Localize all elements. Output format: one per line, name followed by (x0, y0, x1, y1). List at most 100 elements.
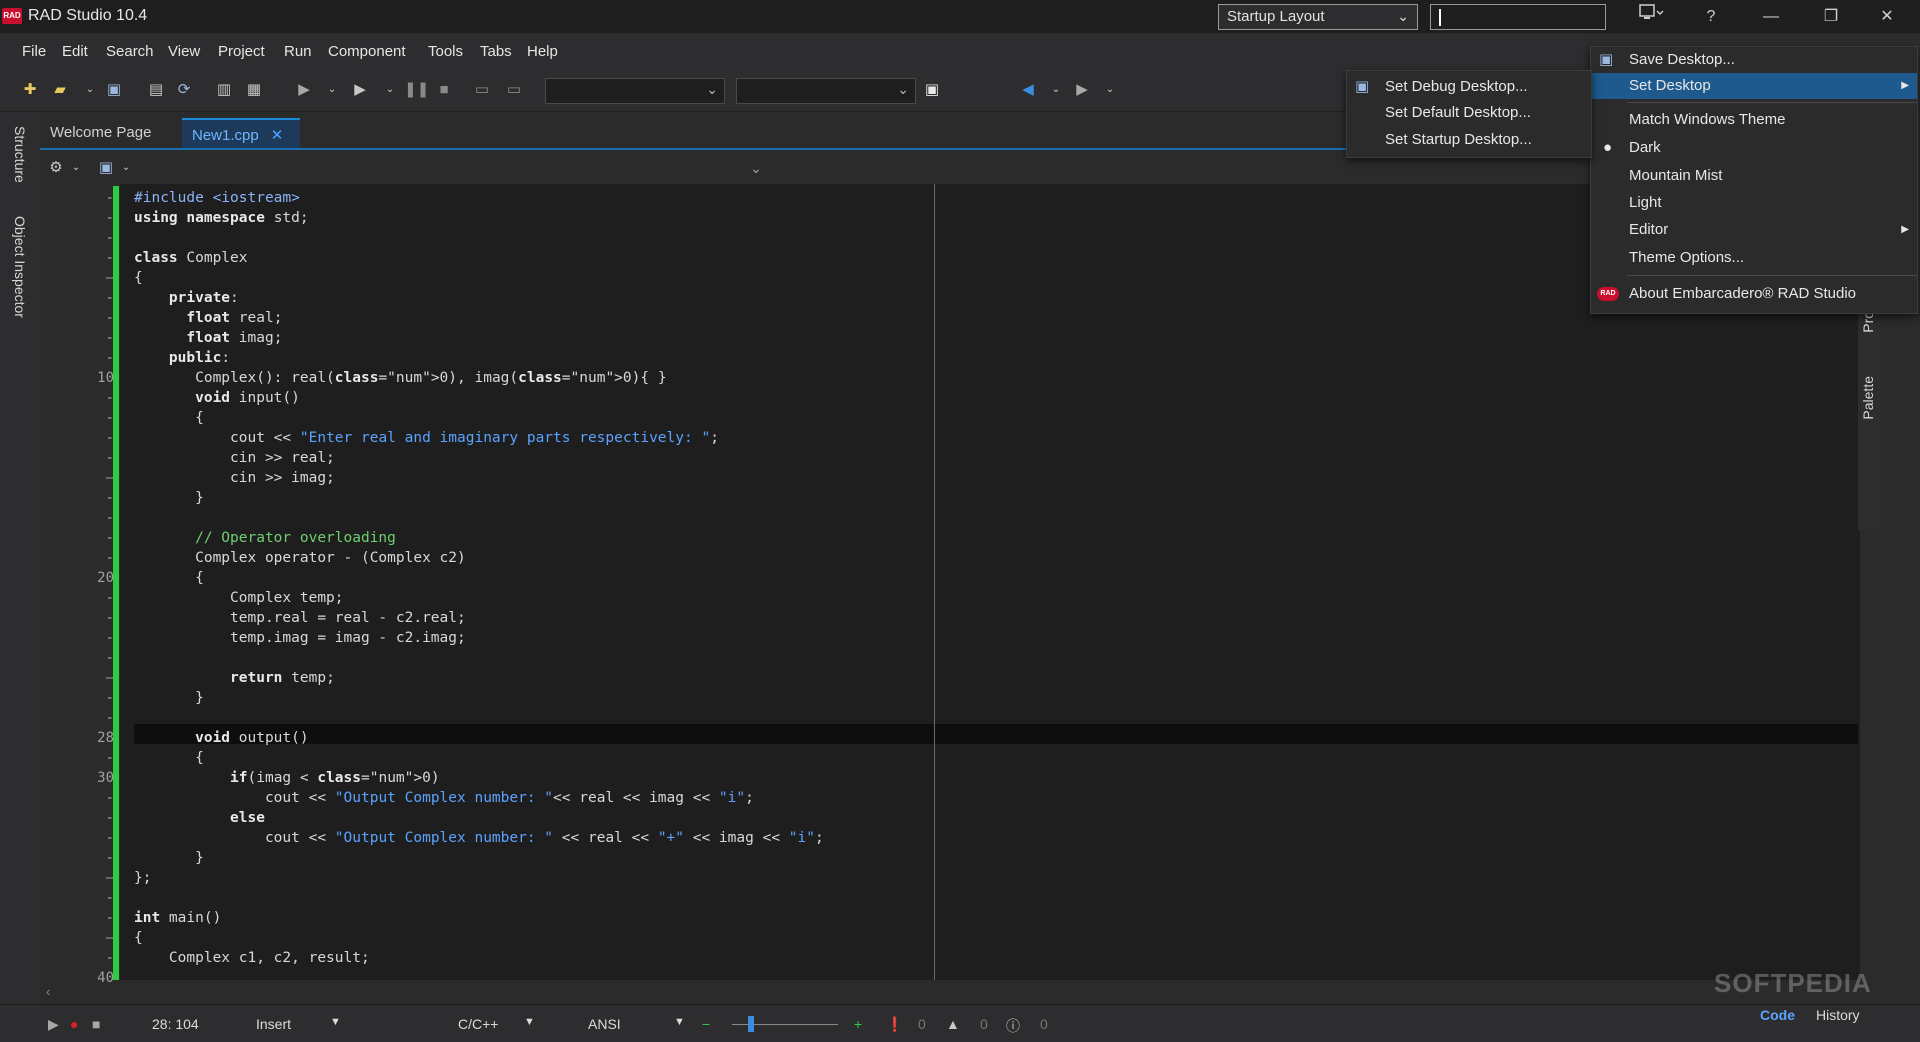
minimize-button[interactable]: — (1744, 0, 1798, 34)
symbol-dropdown-icon[interactable]: ⌄ (746, 159, 766, 177)
code-template-icon[interactable]: ⚙ (46, 159, 66, 177)
code-line[interactable]: public: (134, 348, 230, 368)
menu-item-theme-options[interactable]: Theme Options... (1591, 245, 1917, 271)
save-icon[interactable]: ▣ (104, 81, 124, 99)
code-line[interactable]: Complex operator - (Complex c2) (134, 548, 466, 568)
macro-record-icon[interactable]: ● (70, 1016, 78, 1032)
layout-select[interactable]: Startup Layout ⌄ (1218, 4, 1418, 30)
back-arrow-icon[interactable]: ◀ (1018, 81, 1038, 99)
menu-item-about[interactable]: RAD About Embarcadero® RAD Studio (1591, 281, 1917, 307)
run-options-dropdown-icon[interactable]: ⌄ (380, 81, 400, 99)
menu-item-light[interactable]: Light (1591, 190, 1917, 216)
code-line[interactable]: int main() (134, 908, 221, 928)
menu-file[interactable]: File (22, 43, 46, 60)
structure-tab[interactable]: Structure (12, 126, 28, 183)
code-line[interactable]: using namespace std; (134, 208, 309, 228)
code-line[interactable]: Complex temp; (134, 588, 344, 608)
code-line[interactable]: cin >> imag; (134, 468, 335, 488)
code-line[interactable]: { (134, 928, 143, 948)
forward-arrow-icon[interactable]: ▶ (1072, 81, 1092, 99)
menu-project[interactable]: Project (218, 43, 265, 60)
menu-item-set-default-desktop[interactable]: Set Default Desktop... (1347, 100, 1591, 126)
palette-tab[interactable]: Palette (1860, 376, 1876, 420)
code-line[interactable]: float imag; (134, 328, 282, 348)
menu-item-set-startup-desktop[interactable]: Set Startup Desktop... (1347, 127, 1591, 153)
code-line[interactable]: temp.real = real - c2.real; (134, 608, 466, 628)
run-icon[interactable]: ▶ (294, 81, 314, 99)
code-line[interactable]: }; (134, 868, 151, 888)
tab-history[interactable]: History (1816, 1007, 1860, 1023)
code-line[interactable]: float real; (134, 308, 282, 328)
template-dropdown-icon[interactable]: ⌄ (66, 159, 86, 177)
menu-help[interactable]: Help (527, 43, 558, 60)
menu-item-editor[interactable]: Editor ▶ (1591, 217, 1917, 243)
code-line[interactable]: } (134, 688, 204, 708)
open-folder-icon[interactable]: ▰ (50, 81, 70, 99)
code-line[interactable]: private: (134, 288, 239, 308)
stop-icon[interactable]: ■ (434, 81, 454, 99)
new-file-icon[interactable]: ✚ (20, 81, 40, 99)
horizontal-scrollbar[interactable]: ‹ (40, 984, 1880, 1002)
tab-welcome-page[interactable]: Welcome Page (40, 118, 180, 148)
code-line[interactable]: else (134, 808, 265, 828)
menu-run[interactable]: Run (284, 43, 312, 60)
search-input[interactable] (1430, 4, 1606, 30)
remove-from-project-icon[interactable]: ▦ (244, 81, 264, 99)
step-over-icon[interactable]: ▭ (472, 81, 492, 99)
options-dropdown-icon[interactable]: ⌄ (116, 159, 136, 177)
code-line[interactable]: cout << "Output Complex number: "<< real… (134, 788, 754, 808)
code-line[interactable]: temp.imag = imag - c2.imag; (134, 628, 466, 648)
code-line[interactable]: return temp; (134, 668, 335, 688)
code-line[interactable]: { (134, 268, 143, 288)
pause-icon[interactable]: ❚❚ (404, 81, 429, 99)
object-inspector-tab[interactable]: Object Inspector (12, 216, 28, 318)
code-line[interactable]: class Complex (134, 248, 248, 268)
menu-item-dark[interactable]: ● Dark (1591, 135, 1917, 161)
reload-icon[interactable]: ⟳ (174, 81, 194, 99)
scroll-left-icon[interactable]: ‹ (46, 984, 50, 999)
tab-code[interactable]: Code (1760, 1007, 1795, 1023)
code-line[interactable]: { (134, 568, 204, 588)
configuration-dropdown[interactable]: ⌄ (545, 78, 725, 104)
code-line[interactable]: // Operator overloading (134, 528, 396, 548)
menu-item-mountain-mist[interactable]: Mountain Mist (1591, 163, 1917, 189)
dropdown-arrow-icon[interactable]: ⌄ (80, 81, 100, 99)
platform-dropdown[interactable]: ⌄ (736, 78, 916, 104)
code-line[interactable]: if(imag < class="num">0) (134, 768, 440, 788)
code-line[interactable]: Complex c1, c2, result; (134, 948, 370, 968)
error-icon[interactable]: ❗ (886, 1016, 903, 1033)
save-all-icon[interactable]: ▤ (146, 81, 166, 99)
code-line[interactable]: } (134, 488, 204, 508)
menu-item-set-desktop[interactable]: Set Desktop ▶ (1591, 73, 1917, 99)
menu-item-save-desktop[interactable]: ▣ Save Desktop... (1591, 47, 1917, 73)
help-button[interactable]: ? (1684, 0, 1738, 34)
menu-view[interactable]: View (168, 43, 200, 60)
code-line[interactable]: #include <iostream> (134, 188, 300, 208)
code-line[interactable]: cout << "Output Complex number: " << rea… (134, 828, 824, 848)
menu-tabs[interactable]: Tabs (480, 43, 512, 60)
forward-dropdown-icon[interactable]: ⌄ (1100, 81, 1120, 99)
restore-button[interactable]: ❐ (1804, 0, 1858, 34)
menu-edit[interactable]: Edit (62, 43, 88, 60)
warning-icon[interactable]: ▲ (946, 1016, 960, 1032)
insert-mode-dropdown-icon[interactable]: ▼ (330, 1016, 341, 1028)
menu-component[interactable]: Component (328, 43, 406, 60)
insert-mode[interactable]: Insert (256, 1016, 291, 1032)
tab-new1-cpp[interactable]: New1.cpp ✕ (182, 118, 300, 148)
menu-item-set-debug-desktop[interactable]: ▣ Set Debug Desktop... (1347, 74, 1591, 100)
menu-tools[interactable]: Tools (428, 43, 463, 60)
code-line[interactable]: } (134, 848, 204, 868)
code-line[interactable]: void input() (134, 388, 300, 408)
encoding-dropdown-icon[interactable]: ▼ (674, 1016, 685, 1028)
code-line[interactable]: { (134, 408, 204, 428)
language-mode[interactable]: C/C++ (458, 1016, 498, 1032)
trace-into-icon[interactable]: ▭ (504, 81, 524, 99)
code-line[interactable]: cin >> real; (134, 448, 335, 468)
macro-stop-icon[interactable]: ■ (92, 1016, 100, 1032)
menu-item-match-windows-theme[interactable]: Match Windows Theme (1591, 107, 1917, 133)
close-tab-icon[interactable]: ✕ (271, 127, 284, 144)
zoom-slider-thumb[interactable] (748, 1016, 754, 1032)
menu-search[interactable]: Search (106, 43, 154, 60)
run-without-debug-icon[interactable]: ▶ (350, 81, 370, 99)
zoom-out-icon[interactable]: − (702, 1016, 710, 1032)
